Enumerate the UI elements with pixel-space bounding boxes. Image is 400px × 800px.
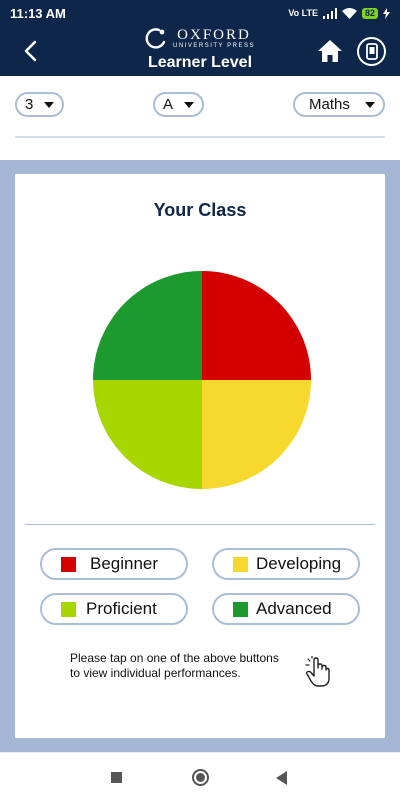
class-pie-chart: [93, 271, 311, 489]
charging-icon: [383, 7, 390, 19]
main-content: Your Class Beginner Developing Proficien…: [0, 160, 400, 752]
phone-device-icon: [365, 43, 378, 60]
pie-slice-beginner: [202, 271, 311, 380]
oxford-logo-icon: [145, 28, 166, 49]
beginner-label: Beginner: [90, 554, 159, 573]
proficient-label: Proficient: [86, 599, 157, 618]
class-dropdown-value: 3: [25, 96, 34, 113]
proficient-swatch: [61, 601, 76, 617]
status-time: 11:13 AM: [10, 5, 66, 21]
pie-slice-proficient: [93, 380, 202, 489]
card-title: Your Class: [153, 200, 247, 220]
home-icon[interactable]: [316, 38, 344, 64]
back-nav-icon[interactable]: [276, 771, 287, 785]
chevron-down-icon: [184, 101, 194, 108]
wifi-icon: [341, 7, 357, 19]
proficient-button[interactable]: Proficient: [40, 593, 188, 625]
subject-dropdown[interactable]: Maths: [293, 92, 385, 117]
chevron-down-icon: [44, 101, 54, 108]
logo-main-text: OXFORD: [177, 26, 251, 43]
section-dropdown-value: A: [163, 96, 174, 113]
status-icons: Vo LTE 82: [288, 7, 390, 19]
divider: [25, 524, 375, 525]
divider: [15, 136, 385, 138]
beginner-button[interactable]: Beginner: [40, 548, 188, 580]
advanced-swatch: [233, 601, 248, 617]
developing-swatch: [233, 556, 248, 572]
home-nav-icon[interactable]: [192, 769, 209, 786]
developing-button[interactable]: Developing: [212, 548, 360, 580]
filter-bar: 3 A Maths: [0, 76, 400, 160]
section-dropdown[interactable]: A: [153, 92, 204, 117]
subject-dropdown-value: Maths: [309, 96, 350, 113]
app-header: OXFORD UNIVERSITY PRESS Learner Level: [0, 26, 400, 76]
network-badge: Vo LTE: [288, 8, 318, 18]
status-bar: 11:13 AM Vo LTE 82: [0, 0, 400, 26]
recent-apps-icon[interactable]: [111, 772, 122, 783]
class-card: Your Class Beginner Developing Proficien…: [15, 174, 385, 738]
pie-slice-developing: [202, 380, 311, 489]
beginner-swatch: [61, 556, 76, 572]
class-dropdown[interactable]: 3: [15, 92, 64, 117]
chevron-down-icon: [365, 101, 375, 108]
battery-indicator: 82: [361, 7, 378, 19]
system-nav-bar: [0, 752, 400, 800]
device-button[interactable]: [357, 37, 386, 66]
developing-label: Developing: [256, 554, 342, 573]
hand-tap-icon: [305, 656, 330, 687]
advanced-button[interactable]: Advanced: [212, 593, 360, 625]
advanced-label: Advanced: [256, 599, 332, 618]
logo-sub-text: UNIVERSITY PRESS: [173, 42, 255, 49]
signal-icon: [322, 7, 337, 19]
pie-slice-advanced: [93, 271, 202, 380]
hint-text: Please tap on one of the above buttons t…: [70, 651, 279, 680]
